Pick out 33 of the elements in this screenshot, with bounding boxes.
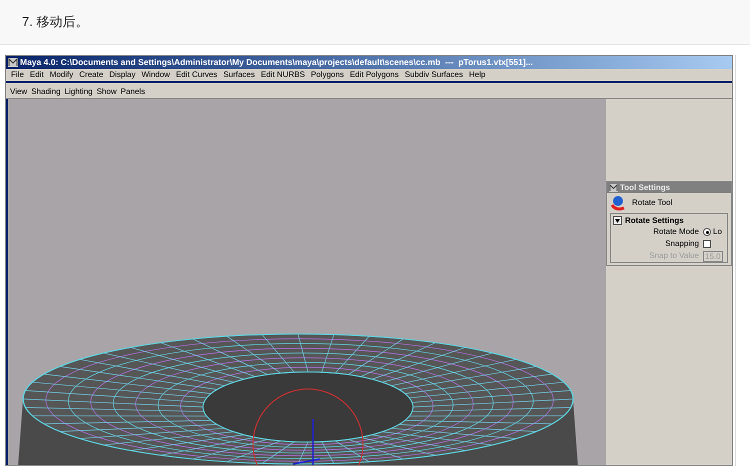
panel-menu-item[interactable]: Lighting: [62, 86, 95, 98]
section-title: Rotate Settings: [625, 214, 684, 226]
setting-label: Rotate Mode: [652, 226, 700, 238]
menu-item[interactable]: Surfaces: [220, 69, 258, 81]
menu-item[interactable]: Edit NURBS: [258, 69, 308, 81]
menu-item[interactable]: Subdiv Surfaces: [402, 69, 466, 81]
menu-item[interactable]: Create: [76, 69, 106, 81]
panel-logo-icon: [609, 184, 618, 192]
menu-item[interactable]: File: [8, 69, 27, 81]
panel-menu-item[interactable]: View: [8, 86, 30, 98]
app-logo-icon: [8, 58, 18, 67]
tool-name: Rotate Tool: [632, 197, 672, 209]
menu-item[interactable]: Modify: [46, 69, 76, 81]
radio-button[interactable]: [703, 228, 711, 236]
menu-item[interactable]: Polygons: [308, 69, 347, 81]
setting-label: Snap to Value: [648, 250, 700, 262]
menu-item[interactable]: Display: [106, 69, 138, 81]
expand-toggle[interactable]: [613, 216, 622, 225]
menu-item[interactable]: Window: [138, 69, 173, 81]
menu-item[interactable]: Edit Curves: [172, 69, 220, 81]
setting-label: Snapping: [664, 238, 700, 250]
menu-item[interactable]: Edit: [26, 69, 47, 81]
panel-menu-item[interactable]: Panels: [118, 86, 148, 98]
checkbox[interactable]: [703, 240, 711, 248]
panel-menu-item[interactable]: Shading: [29, 86, 63, 98]
panel-title: Tool Settings: [620, 182, 670, 194]
menu-item[interactable]: Help: [466, 69, 488, 81]
window-title: Maya 4.0: C:\Documents and Settings\Administrator\My Documents\maya\projects\default\scenes\cc.mb --- pTorus1.vtx[551]...: [20, 58, 533, 67]
step-heading: 7. 移动后。: [22, 13, 88, 32]
panel-menu-item[interactable]: Show: [94, 86, 119, 98]
radio-label: Lo: [713, 226, 722, 238]
caret-icon: [615, 218, 620, 222]
menu-item[interactable]: Edit Polygons: [346, 69, 402, 81]
